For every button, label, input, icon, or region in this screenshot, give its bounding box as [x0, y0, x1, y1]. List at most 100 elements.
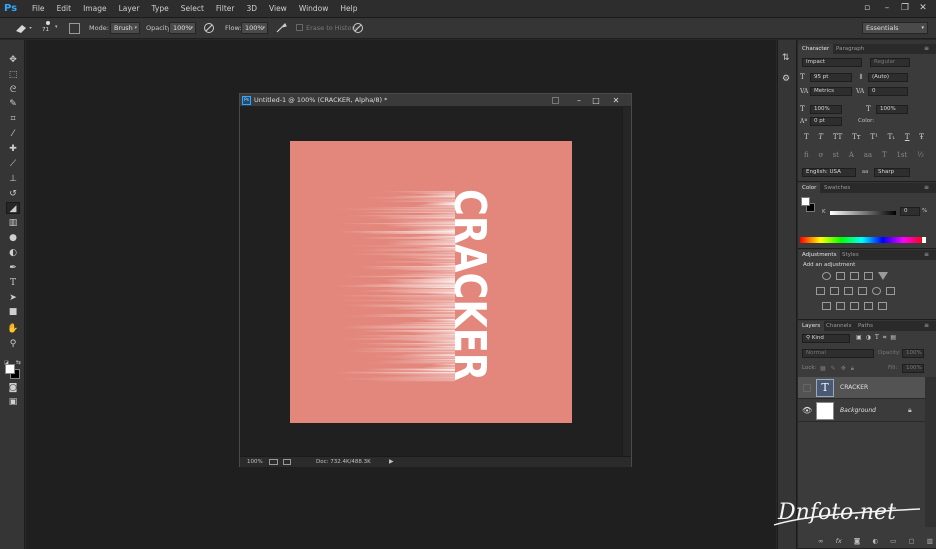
- curves-icon[interactable]: [850, 272, 859, 280]
- underline-button[interactable]: T: [905, 133, 910, 143]
- move-tool-icon[interactable]: ✥: [6, 54, 20, 66]
- tracking-input[interactable]: 0: [868, 87, 908, 96]
- ligatures-button[interactable]: fi: [804, 151, 809, 161]
- swap-colors-icon[interactable]: ⇆: [16, 359, 21, 366]
- menu-help[interactable]: Help: [334, 0, 363, 18]
- link-icon[interactable]: ∞: [818, 536, 823, 546]
- eyedropper-tool-icon[interactable]: ⁄: [6, 128, 20, 140]
- hand-tool-icon[interactable]: ✋: [6, 323, 20, 335]
- menu-edit[interactable]: Edit: [51, 0, 78, 18]
- tab-paragraph[interactable]: Paragraph: [832, 44, 868, 54]
- tab-swatches[interactable]: Swatches: [820, 183, 854, 193]
- tab-styles[interactable]: Styles: [838, 250, 863, 260]
- fill-input[interactable]: 100%: [902, 364, 924, 373]
- font-size-input[interactable]: 95 pt: [810, 73, 852, 82]
- workspace-select[interactable]: Essentials ▾: [862, 22, 928, 34]
- zoom-tool-icon[interactable]: ⚲: [6, 338, 20, 350]
- menu-window[interactable]: Window: [293, 0, 335, 18]
- dodge-tool-icon[interactable]: ◐: [6, 247, 20, 259]
- erase-to-history-checkbox[interactable]: [296, 24, 303, 31]
- channel-mixer-icon[interactable]: [872, 287, 881, 295]
- eraser-tool-icon[interactable]: ◢: [6, 202, 20, 214]
- brush-size-picker[interactable]: 71 ▾: [42, 21, 60, 35]
- filter-smart-object-icon[interactable]: ▤: [890, 334, 896, 343]
- lock-pixels-icon[interactable]: ✎: [831, 364, 836, 373]
- document-float-icon[interactable]: [552, 97, 559, 104]
- eraser-tool-preset-icon[interactable]: [14, 22, 34, 34]
- window-close-button[interactable]: ✕: [916, 2, 930, 14]
- screen-mode-icon[interactable]: ▣: [6, 396, 20, 408]
- hue-saturation-icon[interactable]: [816, 287, 825, 295]
- vertical-scale-input[interactable]: 100%: [810, 105, 842, 114]
- status-menu-arrow-icon[interactable]: ▶: [389, 457, 394, 467]
- language-select[interactable]: English: USA: [802, 168, 856, 177]
- faux-bold-button[interactable]: T: [804, 133, 809, 143]
- subscript-button[interactable]: T₁: [888, 133, 895, 143]
- lasso-tool-icon[interactable]: ᘓ: [6, 84, 20, 96]
- font-family-select[interactable]: Impact: [802, 58, 862, 67]
- threshold-icon[interactable]: [850, 302, 859, 310]
- layer-filter-select[interactable]: ⚲ Kind: [802, 334, 850, 343]
- vibrance-icon[interactable]: [878, 272, 888, 280]
- document-maximize-button[interactable]: □: [590, 94, 602, 107]
- color-balance-icon[interactable]: [830, 287, 839, 295]
- foreground-color-chip[interactable]: [801, 197, 810, 206]
- k-channel-input[interactable]: 0: [900, 207, 920, 216]
- brightness-contrast-icon[interactable]: [822, 272, 831, 280]
- panel-menu-icon[interactable]: ≡: [924, 44, 929, 54]
- group-icon[interactable]: ▭: [890, 536, 896, 546]
- path-selection-tool-icon[interactable]: ➤: [6, 292, 20, 304]
- layer-row-background[interactable]: 👁︎ Background 🔒︎: [798, 400, 925, 422]
- swash-button[interactable]: A: [849, 151, 854, 161]
- pressure-opacity-icon[interactable]: [203, 22, 215, 34]
- status-share-icon[interactable]: [283, 459, 291, 465]
- antialias-select[interactable]: Sharp: [874, 168, 910, 177]
- menu-layer[interactable]: Layer: [113, 0, 146, 18]
- stylistic-alternates-button[interactable]: aa: [864, 151, 872, 161]
- panel-menu-icon[interactable]: ≡: [924, 321, 929, 331]
- all-caps-button[interactable]: TT: [833, 133, 842, 143]
- layer-visibility-toggle[interactable]: [803, 384, 811, 392]
- document-scrollbar[interactable]: [622, 107, 631, 456]
- selective-color-icon[interactable]: [878, 302, 887, 310]
- window-snap-icon[interactable]: ▫: [860, 2, 874, 14]
- filter-pixel-icon[interactable]: ▣: [856, 334, 862, 343]
- lock-all-icon[interactable]: 🔒︎: [851, 364, 854, 373]
- foreground-color-swatch[interactable]: [5, 364, 15, 374]
- crop-tool-icon[interactable]: ⌗: [6, 113, 20, 125]
- healing-brush-tool-icon[interactable]: ✚: [6, 143, 20, 155]
- menu-image[interactable]: Image: [77, 0, 113, 18]
- layer-row-cracker[interactable]: T CRACKER: [798, 377, 925, 399]
- image-canvas[interactable]: CRACKER: [290, 141, 572, 423]
- font-style-select[interactable]: Regular: [870, 58, 910, 67]
- tab-character[interactable]: Character: [798, 44, 834, 54]
- k-channel-slider[interactable]: [830, 211, 896, 215]
- blur-tool-icon[interactable]: ●: [6, 232, 20, 244]
- spectrum-white-chip[interactable]: [922, 237, 926, 243]
- new-layer-icon[interactable]: ▢: [908, 536, 914, 546]
- eye-icon[interactable]: 👁︎: [802, 406, 812, 416]
- filter-shape-icon[interactable]: ⌗: [883, 334, 886, 343]
- flow-input[interactable]: 100% ▾: [241, 22, 268, 34]
- menu-select[interactable]: Select: [175, 0, 210, 18]
- lock-transparent-icon[interactable]: ▦: [820, 364, 826, 373]
- menu-file[interactable]: File: [26, 0, 51, 18]
- opacity-input[interactable]: 100% ▾: [169, 22, 196, 34]
- mode-select[interactable]: Brush ▾: [110, 22, 140, 34]
- titling-alternates-button[interactable]: T: [882, 151, 887, 161]
- invert-icon[interactable]: [822, 302, 831, 310]
- tab-layers[interactable]: Layers: [798, 321, 825, 331]
- menu-view[interactable]: View: [263, 0, 293, 18]
- document-title-bar[interactable]: Ps Untitled-1 @ 100% (CRACKER, Alpha/8) …: [240, 94, 631, 107]
- properties-panel-icon[interactable]: ⚙: [782, 74, 793, 85]
- tab-adjustments[interactable]: Adjustments: [798, 250, 841, 260]
- tab-paths[interactable]: Paths: [854, 321, 877, 331]
- window-minimize-button[interactable]: –: [880, 2, 894, 14]
- tab-channels[interactable]: Channels: [822, 321, 855, 331]
- adjustment-icon[interactable]: ◐: [872, 536, 878, 546]
- pressure-size-icon[interactable]: [352, 22, 364, 34]
- panel-menu-icon[interactable]: ≡: [924, 183, 929, 193]
- gradient-map-icon[interactable]: [864, 302, 873, 310]
- menu-filter[interactable]: Filter: [210, 0, 241, 18]
- superscript-button[interactable]: T¹: [870, 133, 877, 143]
